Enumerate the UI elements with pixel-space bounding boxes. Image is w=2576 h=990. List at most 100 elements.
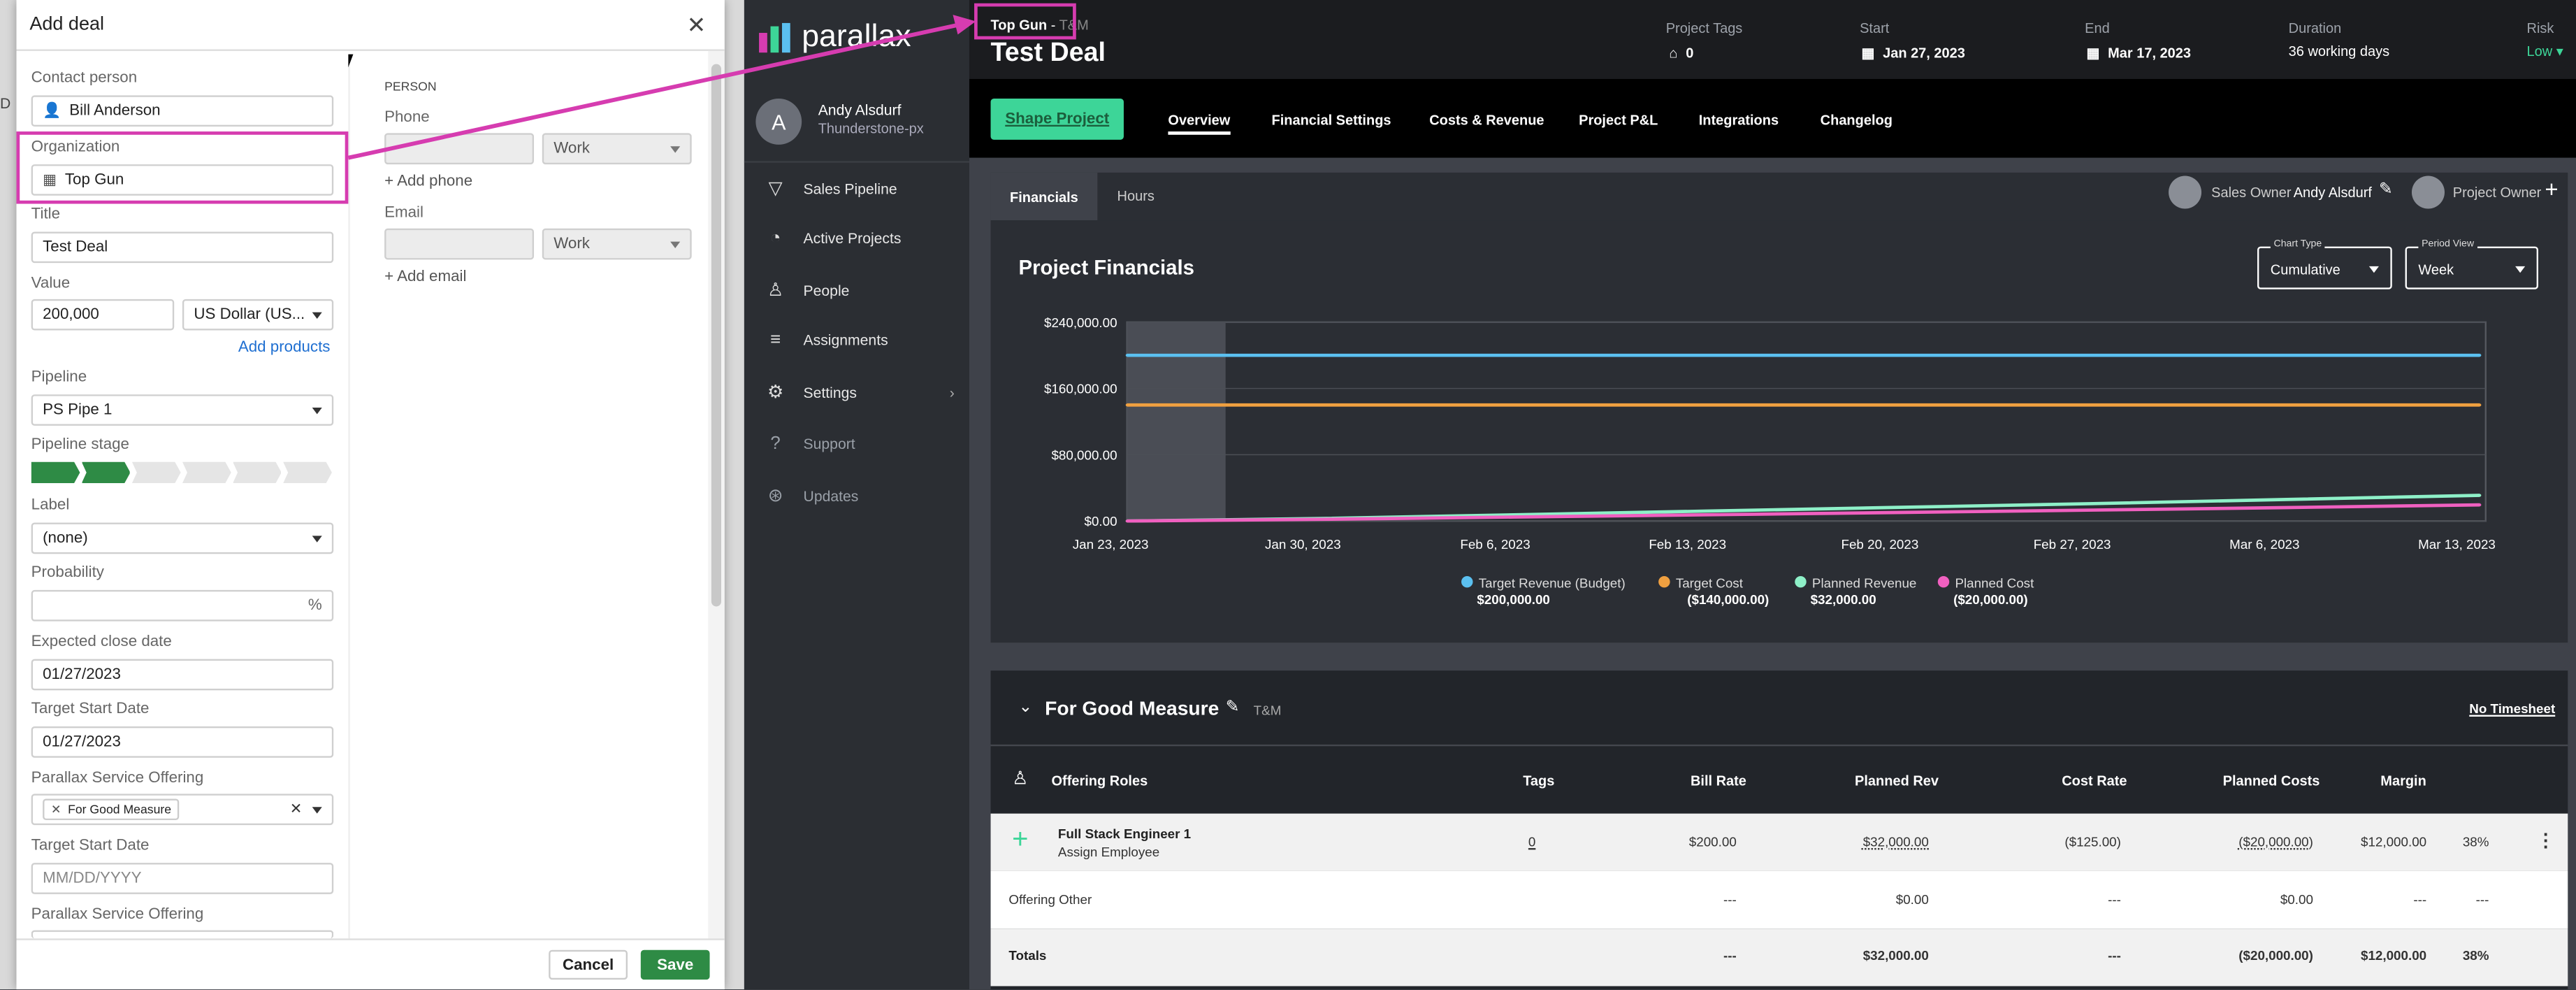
sidebar-item-label: Assignments [803, 331, 888, 349]
tab-project-pl[interactable]: Project P&L [1579, 112, 1658, 129]
stage-step[interactable] [31, 461, 80, 484]
risk-select[interactable]: Low ▾ [2527, 43, 2563, 61]
cancel-button[interactable]: Cancel [549, 949, 628, 980]
risk-label: Risk [2526, 20, 2554, 36]
totals-margin-pct: 38% [2462, 948, 2489, 963]
scrollbar-thumb[interactable] [711, 64, 722, 607]
target-start-field[interactable]: 01/27/2023 [31, 726, 334, 758]
scrollbar[interactable] [708, 50, 725, 939]
close-icon[interactable]: ✕ [687, 11, 707, 39]
person-heading: PERSON [384, 78, 437, 94]
probability-field[interactable]: % [31, 589, 334, 622]
pipeline-stage-selector[interactable] [31, 461, 334, 484]
stage-step[interactable] [81, 461, 131, 484]
sidebar-item-support[interactable]: ? Support [764, 434, 855, 454]
label-select[interactable]: (none) [31, 522, 334, 554]
sales-owner-name: Andy Alsdurf [2293, 184, 2372, 201]
start-value[interactable]: ▦ Jan 27, 2023 [1861, 44, 1964, 62]
data-point [1705, 510, 1709, 512]
legend-swatch [1795, 575, 1807, 588]
role-bill-rate: $200.00 [1688, 835, 1737, 850]
legend-label: Planned Revenue [1812, 575, 1916, 590]
offering-select-2[interactable] [31, 930, 334, 939]
series-line [1127, 503, 2480, 523]
target-start-field-2[interactable]: MM/DD/YYYY [31, 863, 334, 894]
stage-step[interactable] [283, 461, 332, 484]
close-date-field[interactable]: 01/27/2023 [31, 659, 334, 691]
legend-swatch [1937, 575, 1950, 588]
sidebar-item-active-projects[interactable]: ◔ Active Projects [764, 229, 902, 248]
tab-financials[interactable]: Financials [990, 172, 1098, 221]
offering-select[interactable]: ✕ For Good Measure ✕ [31, 794, 334, 826]
percent-suffix: % [307, 596, 322, 615]
project-owner-label: Project Owner [2452, 184, 2542, 201]
add-owner-icon[interactable]: + [2545, 176, 2558, 203]
add-icon[interactable]: + [1012, 824, 1028, 856]
tab-integrations[interactable]: Integrations [1699, 112, 1779, 129]
tags-value[interactable]: ⌂ 0 [1669, 44, 1693, 61]
save-button[interactable]: Save [640, 949, 710, 980]
edit-icon[interactable]: ✎ [2379, 181, 2393, 199]
data-point [2478, 494, 2482, 497]
tab-changelog[interactable]: Changelog [1821, 112, 1893, 129]
data-point [1705, 513, 1709, 517]
stage-step[interactable] [131, 461, 181, 484]
pipeline-select[interactable]: PS Pipe 1 [31, 394, 334, 426]
data-point [1319, 403, 1322, 407]
x-tick-label: Feb 20, 2023 [1841, 537, 1919, 552]
modal-header: Add deal ✕ [16, 0, 725, 51]
no-timesheet-link[interactable]: No Timesheet [2469, 702, 2555, 717]
legend-swatch [1658, 575, 1670, 588]
data-point [2092, 403, 2095, 407]
remove-tag-icon[interactable]: ✕ [51, 802, 61, 817]
assign-employee-link[interactable]: Assign Employee [1058, 845, 1159, 859]
mouse-cursor [348, 54, 354, 68]
value-amount-field[interactable]: 200,000 [31, 299, 175, 331]
add-email-link[interactable]: + Add email [384, 268, 466, 286]
role-tags[interactable]: 0 [1519, 835, 1544, 849]
data-point [2285, 354, 2288, 357]
tab-costs-revenue[interactable]: Costs & Revenue [1429, 112, 1544, 129]
tab-overview[interactable]: Overview [1168, 112, 1231, 135]
sidebar-item-sales-pipeline[interactable]: ▽ Sales Pipeline [764, 178, 897, 199]
email-field[interactable] [384, 228, 535, 260]
role-planned-rev: $32,000.00 [1862, 835, 1929, 850]
tab-hours[interactable]: Hours [1117, 187, 1155, 204]
data-point [1512, 515, 1515, 519]
data-point [1898, 511, 1902, 514]
offering-tag: ✕ For Good Measure [43, 798, 180, 821]
sidebar-item-people[interactable]: ♙ People [764, 280, 849, 301]
col-bill-rate: Bill Rate [1690, 772, 1746, 789]
add-phone-link[interactable]: + Add phone [384, 173, 472, 191]
x-tick-label: Mar 13, 2023 [2418, 537, 2496, 552]
legend-value: $32,000.00 [1811, 592, 1876, 607]
role-name: Full Stack Engineer 1 [1057, 826, 1192, 842]
end-value[interactable]: ▦ Mar 17, 2023 [2087, 44, 2192, 62]
page-title: Test Deal [990, 39, 1106, 68]
tab-financial-settings[interactable]: Financial Settings [1272, 112, 1391, 129]
sidebar-item-settings[interactable]: ⚙ Settings › [764, 381, 955, 403]
add-products-link[interactable]: Add products [238, 338, 331, 357]
totals-planned-rev: $32,000.00 [1862, 948, 1929, 963]
phone-type-select[interactable]: Work [542, 133, 692, 165]
contact-field[interactable]: 👤 Bill Anderson [31, 95, 334, 127]
legend-value: ($140,000.00) [1687, 592, 1769, 607]
stage-step[interactable] [182, 461, 231, 484]
edit-icon[interactable]: ✎ [1226, 698, 1240, 717]
clear-icon[interactable]: ✕ [290, 801, 303, 819]
avatar[interactable]: A [755, 99, 802, 145]
sidebar-item-assignments[interactable]: ≡ Assignments [764, 331, 888, 350]
phone-field[interactable] [384, 133, 535, 165]
tags-count: 0 [1686, 44, 1694, 61]
stage-step[interactable] [233, 461, 282, 484]
currency-select[interactable]: US Dollar (US... [182, 299, 334, 331]
table-row[interactable] [990, 813, 2568, 871]
sidebar-item-updates[interactable]: ⊛ Updates [764, 485, 859, 506]
title-field[interactable]: Test Deal [31, 231, 334, 264]
shape-project-button[interactable]: Shape Project [990, 99, 1124, 140]
phone-type-value: Work [553, 139, 590, 158]
data-point [1705, 354, 1709, 357]
chevron-down-icon[interactable]: ⌄ [1018, 698, 1032, 717]
email-type-select[interactable]: Work [542, 228, 692, 260]
more-options-icon[interactable]: ⋮ [2537, 830, 2555, 852]
